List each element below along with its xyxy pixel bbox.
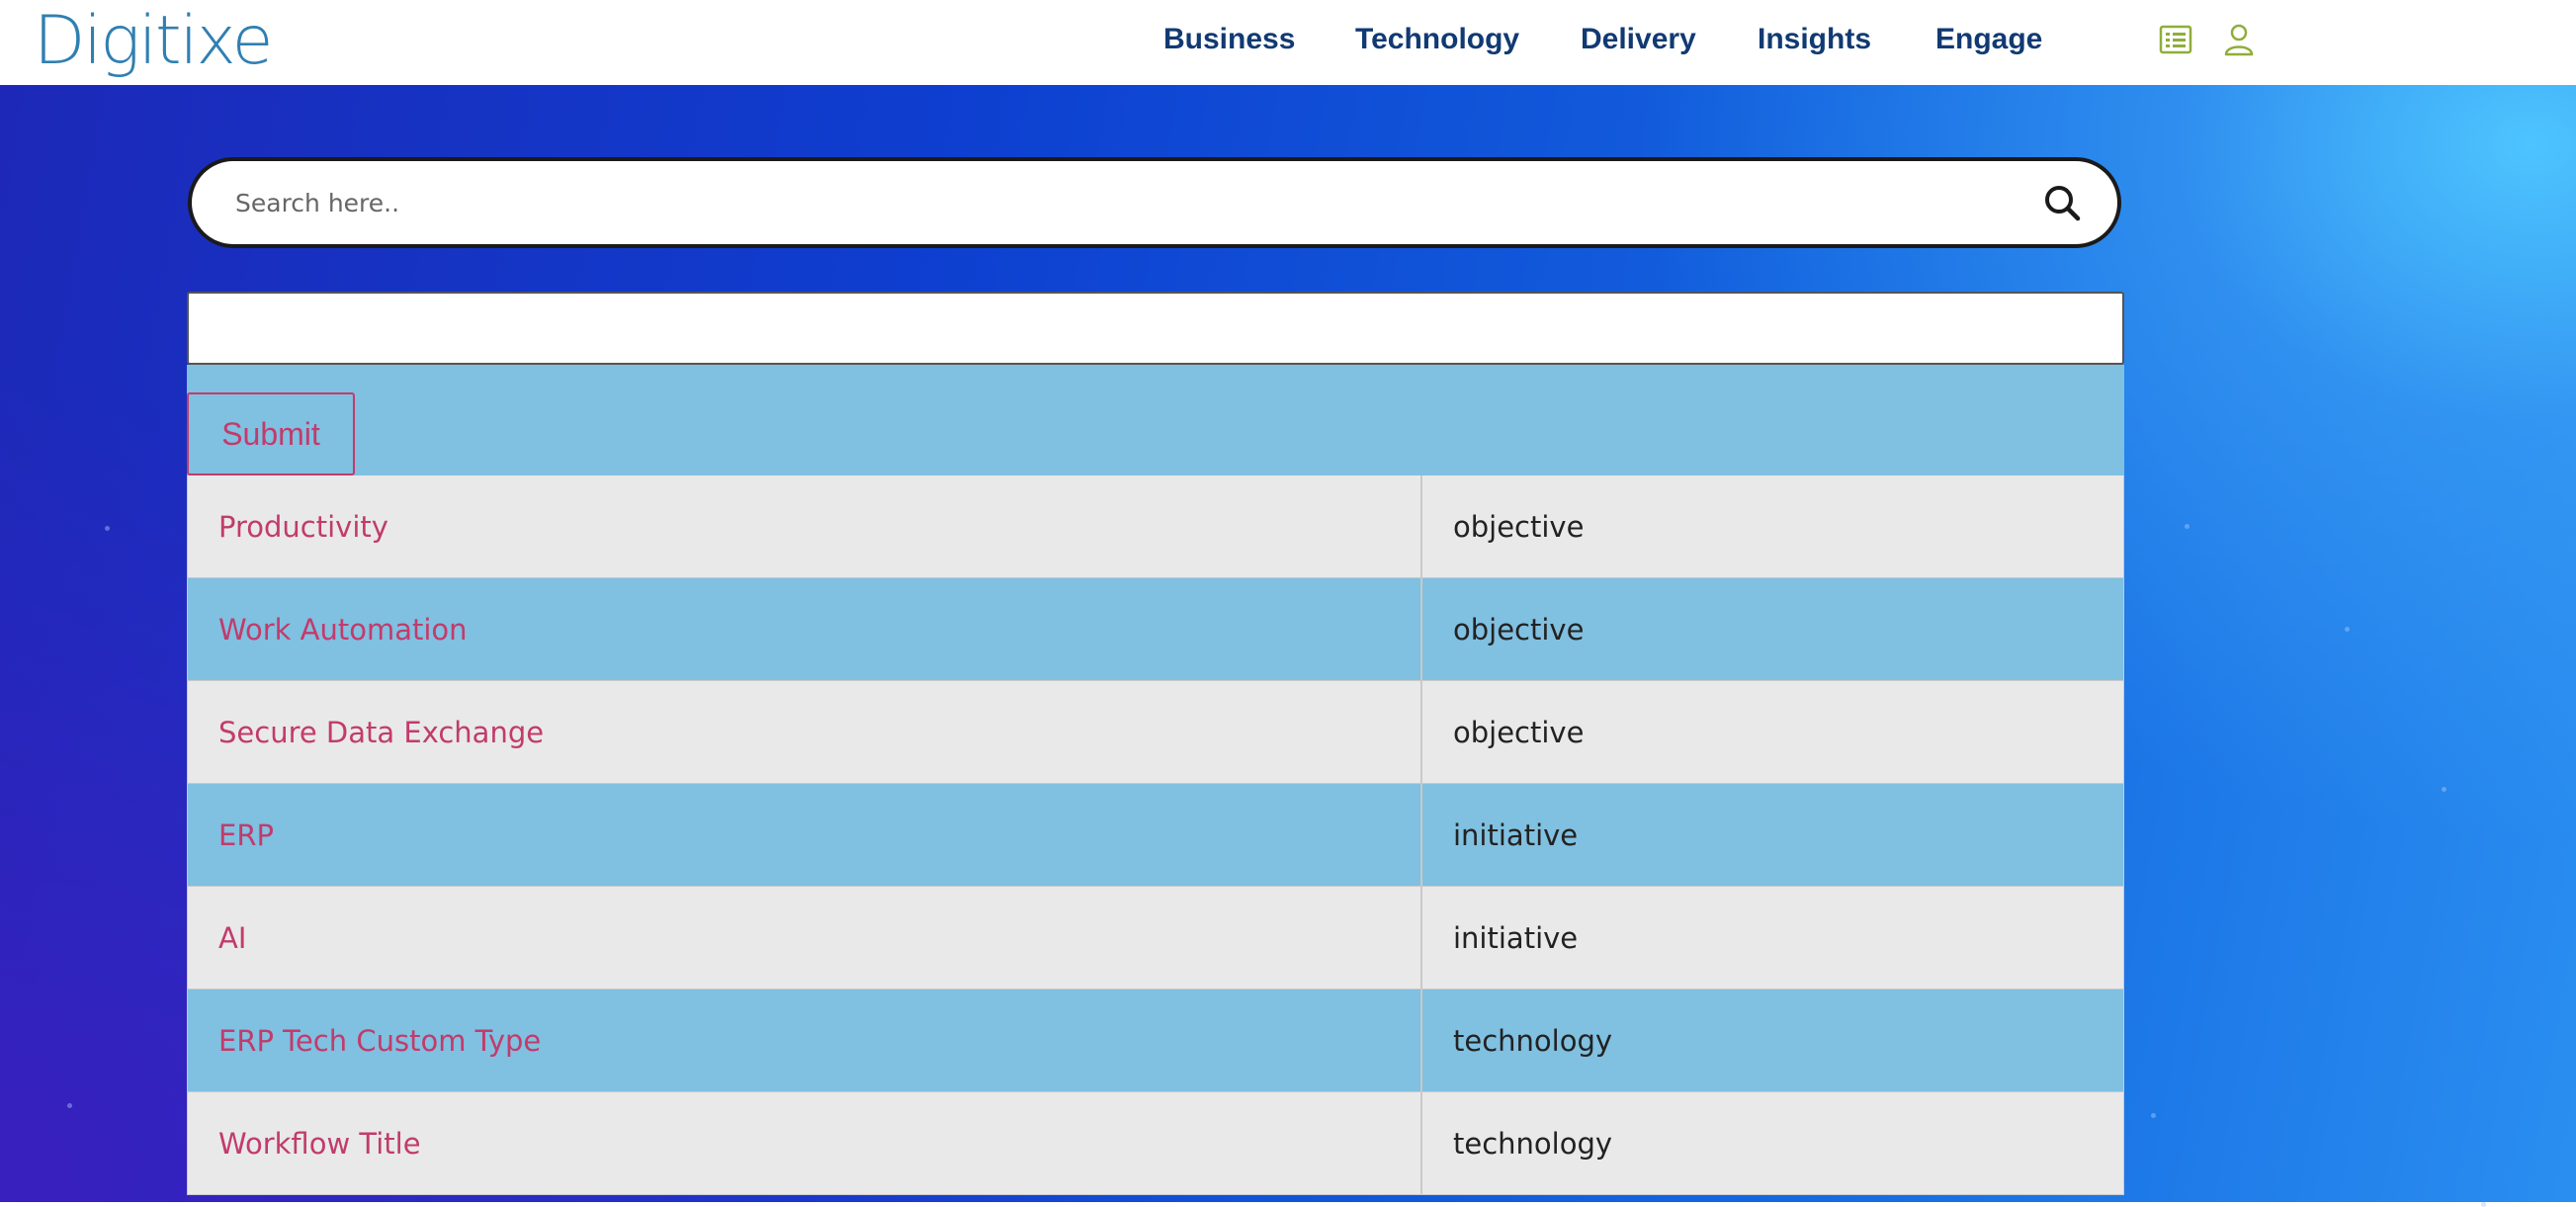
site-header: Digitixe Business Technology Delivery In… <box>0 0 2576 85</box>
submit-button[interactable]: Submit <box>187 392 355 475</box>
search-input[interactable] <box>235 161 1995 244</box>
result-type: objective <box>1453 613 1585 647</box>
result-type: initiative <box>1453 921 1579 955</box>
result-link[interactable]: Productivity <box>218 475 388 578</box>
table-row: Work Automation objective <box>187 578 2124 681</box>
type-cell: initiative <box>1422 784 2124 887</box>
result-type: initiative <box>1453 819 1579 852</box>
type-cell: objective <box>1422 475 2124 578</box>
query-field[interactable] <box>187 292 2124 365</box>
submit-bar: Submit <box>187 365 2124 475</box>
result-link[interactable]: Workflow Title <box>218 1092 421 1195</box>
type-cell: initiative <box>1422 887 2124 990</box>
result-type: technology <box>1453 1127 1613 1161</box>
type-cell: objective <box>1422 578 2124 681</box>
nav-technology[interactable]: Technology <box>1355 20 1519 59</box>
background-speck <box>2442 787 2447 792</box>
type-cell: technology <box>1422 1092 2124 1195</box>
table-row: ERP initiative <box>187 784 2124 887</box>
background-speck <box>2481 1202 2486 1207</box>
nav-insights[interactable]: Insights <box>1758 20 1871 59</box>
name-cell: Productivity <box>187 475 1422 578</box>
logo[interactable]: Digitixe <box>34 0 273 85</box>
nav-delivery[interactable]: Delivery <box>1581 20 1696 59</box>
result-link[interactable]: AI <box>218 887 246 990</box>
result-link[interactable]: ERP Tech Custom Type <box>218 990 541 1092</box>
result-type: objective <box>1453 716 1585 749</box>
result-link[interactable]: Work Automation <box>218 578 468 681</box>
search-icon[interactable] <box>2042 183 2082 222</box>
table-row: ERP Tech Custom Type technology <box>187 990 2124 1092</box>
table-row: Secure Data Exchange objective <box>187 681 2124 784</box>
name-cell: AI <box>187 887 1422 990</box>
background-speck <box>2151 1113 2156 1118</box>
name-cell: ERP <box>187 784 1422 887</box>
result-link[interactable]: ERP <box>218 784 274 887</box>
list-icon[interactable] <box>2158 22 2193 57</box>
name-cell: Workflow Title <box>187 1092 1422 1195</box>
result-type: objective <box>1453 510 1585 544</box>
background-speck <box>2185 524 2190 529</box>
name-cell: Secure Data Exchange <box>187 681 1422 784</box>
background-speck <box>105 526 110 531</box>
result-type: technology <box>1453 1024 1613 1058</box>
table-row: Productivity objective <box>187 475 2124 578</box>
table-row: Workflow Title technology <box>187 1092 2124 1195</box>
result-link[interactable]: Secure Data Exchange <box>218 681 544 784</box>
search-bar <box>188 157 2121 248</box>
name-cell: Work Automation <box>187 578 1422 681</box>
name-cell: ERP Tech Custom Type <box>187 990 1422 1092</box>
user-icon[interactable] <box>2221 22 2257 57</box>
nav-engage[interactable]: Engage <box>1935 20 2042 59</box>
logo-text: Digitixe <box>34 2 273 80</box>
background-speck <box>2345 627 2350 632</box>
table-row: AI initiative <box>187 887 2124 990</box>
type-cell: objective <box>1422 681 2124 784</box>
type-cell: technology <box>1422 990 2124 1092</box>
background-speck <box>67 1103 72 1108</box>
nav-business[interactable]: Business <box>1163 20 1295 59</box>
